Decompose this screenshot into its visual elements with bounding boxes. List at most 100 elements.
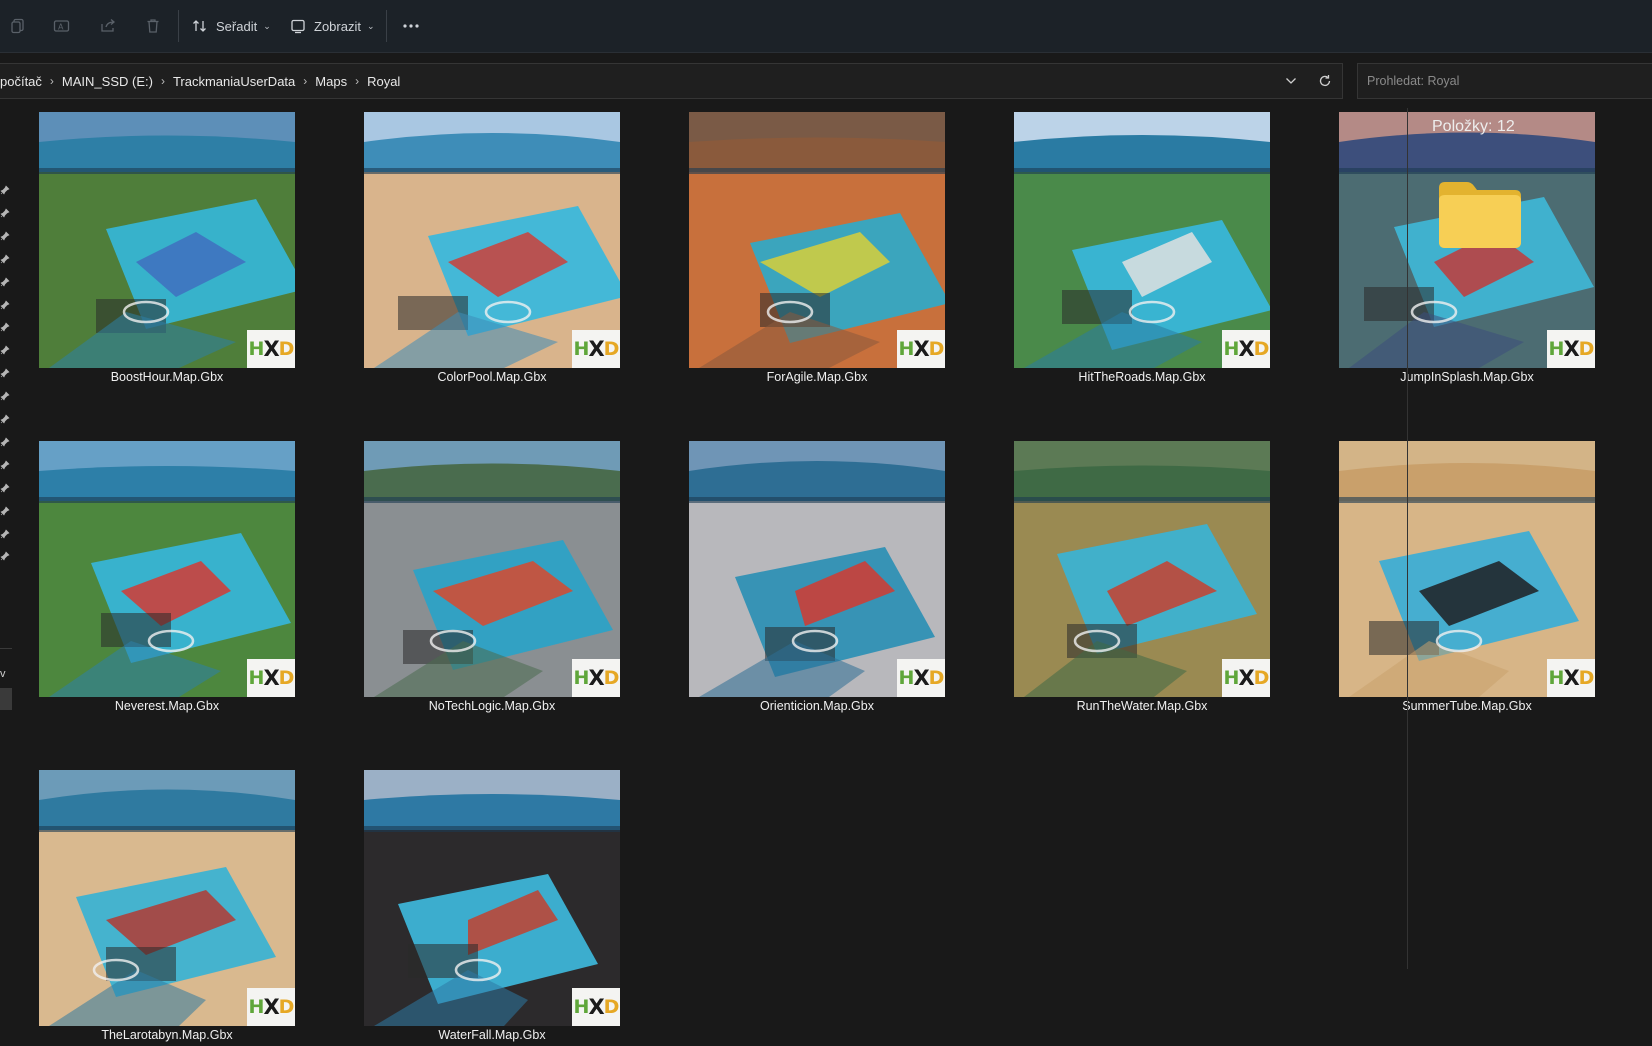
pin-icon[interactable] xyxy=(0,437,12,449)
pin-icon[interactable] xyxy=(0,231,12,243)
pin-icon[interactable] xyxy=(0,368,12,380)
pin-icon[interactable] xyxy=(0,185,12,197)
pin-icon[interactable] xyxy=(0,208,12,220)
hxd-logo-icon: HXD xyxy=(247,988,295,1026)
map-thumbnail: HXD xyxy=(1339,441,1595,697)
folder-icon xyxy=(1437,178,1523,255)
view-icon xyxy=(290,18,306,34)
history-dropdown-icon[interactable] xyxy=(1274,64,1308,98)
hxd-logo-icon: HXD xyxy=(1547,659,1595,697)
address-bar[interactable]: počítač › MAIN_SSD (E:) › TrackmaniaUser… xyxy=(0,63,1343,99)
hxd-logo-icon: HXD xyxy=(897,330,945,368)
search-input[interactable]: Prohledat: Royal xyxy=(1357,63,1652,99)
file-item[interactable]: H X D WaterFall.Map.Gbx xyxy=(364,770,620,1046)
pin-icon[interactable] xyxy=(0,391,12,403)
map-thumbnail: HXD xyxy=(364,770,620,1026)
hxd-logo-icon: HXD xyxy=(897,659,945,697)
nav-item-fragment[interactable]: v xyxy=(0,668,6,680)
pin-icon[interactable] xyxy=(0,528,12,541)
hxd-logo-icon: HXD xyxy=(247,659,295,697)
file-name: Neverest.Map.Gbx xyxy=(114,699,220,713)
breadcrumb-userdata[interactable]: TrackmaniaUserData xyxy=(173,74,295,89)
pin-icon[interactable] xyxy=(0,254,12,266)
chevron-right-icon[interactable]: › xyxy=(161,74,165,88)
file-name: TheLarotabyn.Map.Gbx xyxy=(101,1028,233,1042)
file-item[interactable]: H X D ColorPool.Map.Gbx xyxy=(364,112,620,388)
pin-icon[interactable] xyxy=(0,551,12,563)
chevron-down-icon: ⌄ xyxy=(263,20,271,31)
breadcrumb-this-pc[interactable]: počítač xyxy=(0,74,42,89)
pin-icon[interactable] xyxy=(0,345,12,357)
file-item[interactable]: H X D BoostHour.Map.Gbx xyxy=(39,112,295,388)
file-item[interactable]: H X D Orienticion.Map.Gbx xyxy=(689,441,945,717)
navigation-pane: v xyxy=(0,108,16,969)
chevron-right-icon[interactable]: › xyxy=(303,74,307,88)
file-name: ForAgile.Map.Gbx xyxy=(766,370,868,384)
nav-divider xyxy=(0,648,12,649)
more-icon[interactable] xyxy=(396,8,426,44)
file-name: JumpInSplash.Map.Gbx xyxy=(1400,370,1534,384)
hxd-logo-icon: HXD xyxy=(572,988,620,1026)
file-item[interactable]: H X D RunTheWater.Map.Gbx xyxy=(1014,441,1270,717)
nav-selected-item[interactable] xyxy=(0,688,12,710)
file-name: BoostHour.Map.Gbx xyxy=(110,370,224,384)
pin-icon[interactable] xyxy=(0,460,12,472)
map-thumbnail: HXD xyxy=(364,112,620,368)
sort-label: Seřadit xyxy=(216,18,258,34)
toolbar-divider xyxy=(178,10,179,42)
svg-text:A: A xyxy=(58,23,64,32)
refresh-icon[interactable] xyxy=(1308,64,1342,98)
file-name: NoTechLogic.Map.Gbx xyxy=(428,699,556,713)
file-item[interactable]: H X D ForAgile.Map.Gbx xyxy=(689,112,945,388)
chevron-right-icon[interactable]: › xyxy=(355,74,359,88)
share-icon[interactable] xyxy=(94,8,122,44)
hxd-logo-icon: HXD xyxy=(247,330,295,368)
map-thumbnail: HXD xyxy=(364,441,620,697)
copy-icon[interactable] xyxy=(4,8,32,44)
file-name: Orienticion.Map.Gbx xyxy=(760,699,874,713)
map-thumbnail: HXD xyxy=(1014,441,1270,697)
command-bar: A Seřadit ⌄ Zobrazit ⌄ xyxy=(0,0,1652,53)
hxd-logo-icon: HXD xyxy=(572,659,620,697)
map-thumbnail: HXD xyxy=(689,441,945,697)
pin-icon[interactable] xyxy=(0,277,12,289)
search-placeholder: Prohledat: Royal xyxy=(1367,74,1460,88)
file-name: SummerTube.Map.Gbx xyxy=(1402,699,1532,713)
hxd-logo-icon: HXD xyxy=(1222,659,1270,697)
file-item[interactable]: H X D NoTechLogic.Map.Gbx xyxy=(364,441,620,717)
breadcrumb-maps[interactable]: Maps xyxy=(315,74,347,89)
chevron-down-icon: ⌄ xyxy=(366,20,375,31)
file-item[interactable]: H X D SummerTube.Map.Gbx xyxy=(1339,441,1595,717)
hxd-logo-icon: HXD xyxy=(572,330,620,368)
breadcrumb-royal[interactable]: Royal xyxy=(367,74,400,89)
delete-icon[interactable] xyxy=(139,8,167,44)
hxd-logo-icon: HXD xyxy=(1222,330,1270,368)
toolbar-divider xyxy=(386,10,387,42)
sort-button[interactable]: Seřadit ⌄ xyxy=(192,8,272,44)
rename-icon[interactable]: A xyxy=(48,8,76,44)
map-thumbnail: HXD xyxy=(39,441,295,697)
pin-icon[interactable] xyxy=(0,299,12,312)
pin-icon[interactable] xyxy=(0,414,12,426)
map-thumbnail: HXD xyxy=(689,112,945,368)
breadcrumb-drive[interactable]: MAIN_SSD (E:) xyxy=(62,74,153,89)
pane-divider[interactable] xyxy=(1407,108,1408,969)
file-item[interactable]: H X D HitTheRoads.Map.Gbx xyxy=(1014,112,1270,388)
hxd-logo-icon: HXD xyxy=(1547,330,1595,368)
sort-icon xyxy=(192,18,208,34)
item-count: Položky: 12 xyxy=(1432,118,1515,135)
file-item[interactable]: H X D Neverest.Map.Gbx xyxy=(39,441,295,717)
file-name: ColorPool.Map.Gbx xyxy=(437,370,547,384)
pin-icon[interactable] xyxy=(0,483,12,495)
pin-icon[interactable] xyxy=(0,322,12,334)
file-item[interactable]: H X D TheLarotabyn.Map.Gbx xyxy=(39,770,295,1046)
map-thumbnail: HXD xyxy=(39,770,295,1026)
view-button[interactable]: Zobrazit ⌄ xyxy=(290,8,376,44)
file-name: WaterFall.Map.Gbx xyxy=(438,1028,546,1042)
file-name: RunTheWater.Map.Gbx xyxy=(1076,699,1208,713)
view-label: Zobrazit xyxy=(314,18,361,34)
pin-icon[interactable] xyxy=(0,506,12,518)
file-name: HitTheRoads.Map.Gbx xyxy=(1078,370,1206,384)
map-thumbnail: HXD xyxy=(39,112,295,368)
chevron-right-icon[interactable]: › xyxy=(50,74,54,88)
